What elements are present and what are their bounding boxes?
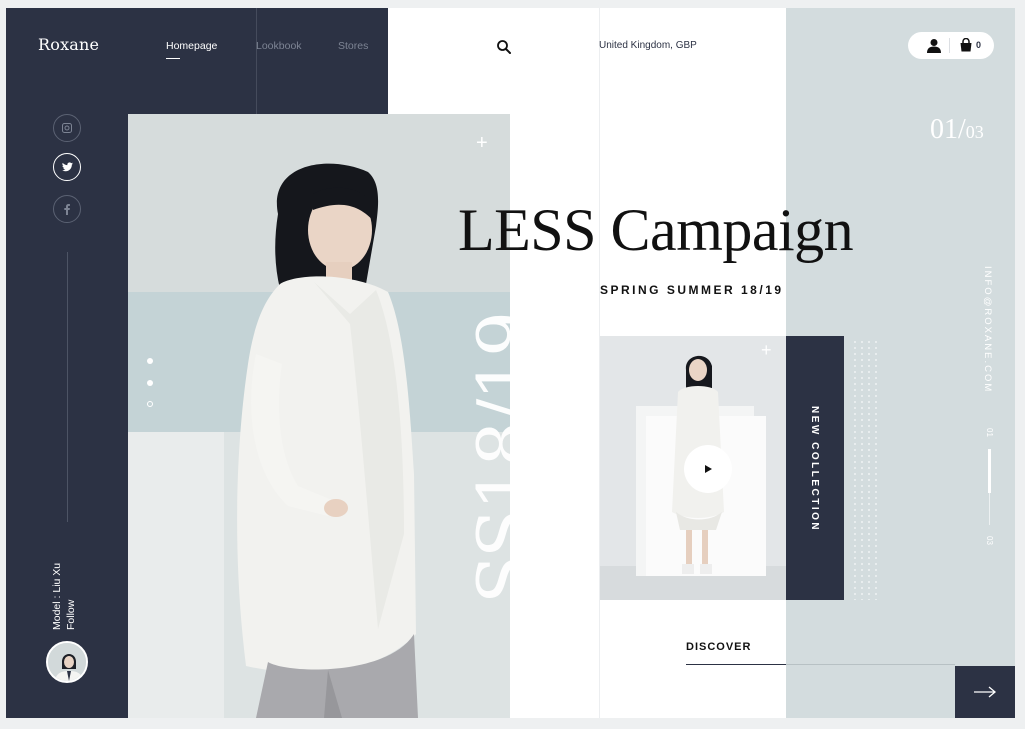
header-dark <box>6 8 388 114</box>
slide-current: 01/ <box>930 114 966 145</box>
expand-plus-icon[interactable]: + <box>476 132 488 155</box>
hero-image <box>128 114 510 718</box>
header-divider <box>256 8 257 114</box>
arrow-right-icon <box>974 686 997 698</box>
progress-start: 01 <box>985 428 994 437</box>
shopping-bag-icon[interactable] <box>959 38 973 52</box>
next-button[interactable] <box>955 666 1015 718</box>
campaign-title: LESS Campaign <box>458 197 854 263</box>
slide-total: 03 <box>965 122 984 142</box>
instagram-icon[interactable] <box>53 114 81 142</box>
progress-end: 03 <box>985 536 994 545</box>
nav-stores[interactable]: Stores <box>338 40 368 52</box>
play-icon <box>705 465 712 473</box>
model-credit: Model : Liu Xu Follow <box>50 510 78 630</box>
discover-rule <box>786 664 955 665</box>
region-selector[interactable]: United Kingdom, GBP <box>599 40 697 51</box>
nav-lookbook[interactable]: Lookbook <box>256 40 302 52</box>
discover-link[interactable]: DISCOVER <box>686 641 751 653</box>
model-name: Model : Liu Xu <box>51 562 63 630</box>
account-cart-pill: 0 <box>908 32 994 59</box>
twitter-icon[interactable] <box>53 153 81 181</box>
page-frame: Roxane Homepage Lookbook Stores United K… <box>6 8 1015 718</box>
play-button[interactable] <box>684 445 732 493</box>
facebook-icon[interactable] <box>53 195 81 223</box>
cart-count: 0 <box>976 40 982 50</box>
nav-homepage[interactable]: Homepage <box>166 40 217 52</box>
slide-dot[interactable] <box>147 401 153 407</box>
user-icon[interactable] <box>926 38 942 53</box>
nav-active-indicator <box>166 58 180 59</box>
sidebar-divider <box>67 252 68 522</box>
avatar[interactable] <box>46 641 88 683</box>
video-plus-icon[interactable]: + <box>761 340 772 361</box>
slide-dot[interactable] <box>147 380 153 386</box>
slide-dot[interactable] <box>147 358 153 364</box>
search-icon[interactable] <box>496 39 512 55</box>
pill-divider <box>949 38 950 53</box>
progress-fill <box>988 449 991 493</box>
dot-pattern <box>854 341 877 600</box>
new-collection-label[interactable]: NEW COLLECTION <box>809 406 820 532</box>
follow-link[interactable]: Follow <box>64 510 78 630</box>
discover-underline <box>686 664 786 665</box>
contact-email[interactable]: INFO@ROXANE.COM <box>982 266 993 393</box>
season-subtitle: SPRING SUMMER 18/19 <box>600 283 784 297</box>
slide-counter: 01/03 <box>930 114 984 146</box>
brand-logo[interactable]: Roxane <box>38 35 99 54</box>
season-vertical-text: SS18/19 <box>462 313 546 604</box>
